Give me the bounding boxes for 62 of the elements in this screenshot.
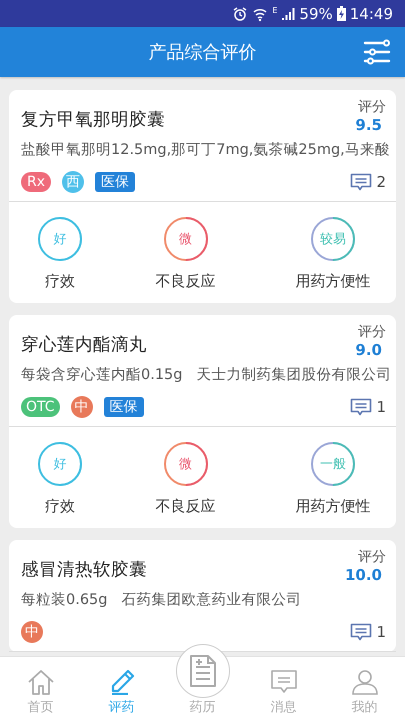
rating-label: 用药方便性 (296, 272, 370, 291)
message-icon (270, 669, 298, 695)
rating-ring (162, 216, 208, 262)
nav-tab[interactable]: 消息 (243, 657, 324, 720)
nav-tab[interactable]: 评药 (81, 657, 162, 720)
product-card[interactable]: 感冒清热软胶囊 评分 10.0 每粒装0.65g 石药集团欧意药业有限公司 中 1 (9, 540, 396, 652)
battery-percent: 59% (299, 4, 333, 22)
score-label: 评分 (358, 323, 386, 341)
rating-value: 好 (52, 231, 68, 248)
score-value: 9.5 (355, 116, 382, 134)
person-icon (350, 669, 378, 695)
rating-value: 一般 (319, 456, 347, 473)
product-name: 穿心莲内酯滴丸 (21, 334, 147, 356)
rating-label: 疗效 (45, 272, 75, 291)
page-title: 产品综合评价 (148, 41, 256, 64)
category-tag: 中 (70, 396, 93, 418)
category-tag: 医保 (104, 397, 144, 417)
comment-count: 1 (376, 623, 386, 641)
document-plus-icon (188, 654, 216, 688)
rating-label: 疗效 (45, 497, 75, 516)
nav-tab[interactable]: 我的 (324, 657, 405, 720)
product-card[interactable]: 复方甲氧那明胶囊 评分 9.5 盐酸甲氧那明12.5mg,那可丁7mg,氨茶碱25mg,马来酸 Rx 西 医保 2 好 疗效 微 不良反应 较易 用药方便性 (9, 90, 396, 303)
category-tag: Rx (21, 172, 51, 192)
rating-ring (310, 216, 356, 262)
rating-label: 不良反应 (156, 497, 216, 516)
score-value: 9.0 (355, 341, 382, 359)
score-value: 10.0 (344, 566, 382, 584)
rating-value: 微 (178, 456, 193, 473)
rating-ring (37, 216, 83, 262)
category-tag: 医保 (95, 172, 135, 192)
rating-label: 不良反应 (156, 272, 216, 291)
comment-icon[interactable] (350, 172, 372, 192)
rating-value: 微 (178, 231, 193, 248)
network-type: E (272, 6, 278, 15)
home-icon (26, 669, 54, 695)
nav-tab[interactable]: 首页 (0, 657, 81, 720)
category-tag: OTC (21, 397, 60, 417)
battery-charging-icon (336, 6, 346, 21)
filter-sliders-icon[interactable] (363, 39, 391, 65)
category-tag: 西 (62, 171, 84, 193)
rating-ring (162, 441, 208, 487)
comment-icon[interactable] (350, 622, 372, 642)
product-description: 每袋含穿心莲内酯0.15g 天士力制药集团股份有限公司 (21, 366, 386, 384)
score-label: 评分 (358, 98, 386, 116)
rating-ring (37, 441, 83, 487)
rating-value: 好 (52, 456, 68, 473)
score-label: 评分 (358, 548, 386, 566)
comment-icon[interactable] (350, 398, 372, 416)
product-description: 每粒装0.65g 石药集团欧意药业有限公司 (21, 591, 302, 609)
rating-ring (310, 441, 356, 487)
product-name: 复方甲氧那明胶囊 (21, 109, 165, 131)
product-name: 感冒清热软胶囊 (21, 559, 147, 581)
rating-value: 较易 (319, 231, 347, 248)
rating-label: 用药方便性 (296, 497, 370, 516)
comment-count: 1 (376, 398, 386, 416)
comment-count: 2 (376, 173, 386, 191)
record-button-circle[interactable] (176, 644, 230, 698)
signal-icon (281, 6, 296, 20)
alarm-clock-icon (232, 6, 248, 22)
product-card[interactable]: 穿心莲内酯滴丸 评分 9.0 每袋含穿心莲内酯0.15g 天士力制药集团股份有限公司 OTC 中 医保 1 好 疗效 微 不良反应 一般 用药方便性 (9, 315, 396, 528)
category-tag: 中 (21, 621, 43, 643)
clock-time: 14:49 (350, 4, 393, 22)
